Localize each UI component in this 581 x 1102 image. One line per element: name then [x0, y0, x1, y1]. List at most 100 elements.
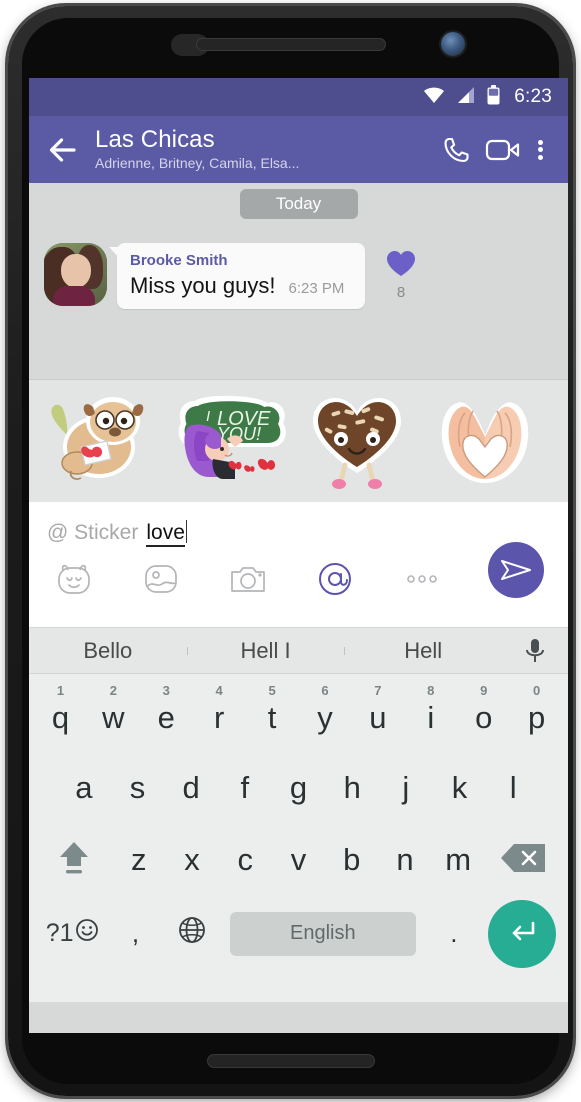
sticker-suggestion-strip[interactable]: I LOVE YOU!	[29, 379, 568, 502]
sticker-i-love-you-chalkboard[interactable]: I LOVE YOU!	[165, 385, 293, 497]
heart-icon	[385, 251, 417, 282]
wifi-icon	[423, 86, 445, 109]
camera-icon[interactable]	[225, 559, 271, 599]
key-d[interactable]: d	[164, 752, 218, 824]
suggestion-1[interactable]: Hell I	[186, 638, 345, 664]
key-l[interactable]: l	[486, 752, 540, 824]
message-bubble[interactable]: Brooke Smith Miss you guys! 6:23 PM	[117, 243, 365, 309]
battery-icon	[487, 84, 500, 110]
key-v[interactable]: v	[272, 824, 325, 896]
enter-key[interactable]	[488, 899, 557, 968]
sticker-hands-heart[interactable]	[421, 385, 549, 497]
key-s[interactable]: s	[111, 752, 165, 824]
video-call-button[interactable]	[480, 127, 526, 173]
backspace-icon	[499, 841, 547, 880]
key-label: u	[369, 699, 387, 735]
message-reaction[interactable]: 8	[381, 249, 421, 301]
symbols-key[interactable]: ?1	[37, 918, 107, 949]
period-key[interactable]: .	[426, 896, 482, 971]
suggestion-2[interactable]: Hell	[344, 638, 502, 664]
chat-participants: Adrienne, Britney, Camila, Elsa...	[95, 155, 300, 171]
key-u[interactable]: 7u	[351, 674, 404, 752]
key-j[interactable]: j	[379, 752, 433, 824]
back-button[interactable]	[39, 125, 89, 175]
key-label: m	[445, 842, 472, 877]
gallery-icon[interactable]	[138, 559, 184, 599]
phone-call-button[interactable]	[434, 127, 480, 173]
key-f[interactable]: f	[218, 752, 272, 824]
cellular-signal-icon	[456, 86, 476, 109]
text-cursor	[185, 520, 188, 543]
key-hint: 8	[427, 683, 435, 698]
key-a[interactable]: a	[57, 752, 111, 824]
space-key[interactable]: English	[229, 911, 416, 956]
microphone-icon[interactable]	[502, 637, 568, 665]
key-p[interactable]: 0p	[510, 674, 563, 752]
emoji-icon	[75, 918, 99, 949]
mention-icon[interactable]	[312, 559, 358, 599]
key-label: g	[289, 770, 308, 805]
key-label: b	[343, 842, 361, 877]
key-t[interactable]: 5t	[246, 674, 299, 752]
page-title: Las Chicas	[95, 126, 215, 153]
key-i[interactable]: 8i	[404, 674, 457, 752]
key-n[interactable]: n	[378, 824, 431, 896]
key-q[interactable]: 1q	[34, 674, 87, 752]
key-label: y	[317, 699, 333, 735]
key-label: q	[51, 699, 70, 735]
key-o[interactable]: 9o	[457, 674, 510, 752]
key-z[interactable]: z	[112, 824, 165, 896]
shift-key[interactable]	[35, 824, 112, 896]
comma-key[interactable]: ,	[107, 896, 163, 971]
key-hint: 9	[480, 683, 488, 698]
input-prefix-label: @ Sticker	[47, 521, 139, 544]
status-bar: 6:23	[29, 78, 568, 116]
message-timestamp: 6:23 PM	[288, 280, 345, 297]
menu-dot	[537, 154, 543, 160]
key-k[interactable]: k	[433, 752, 487, 824]
key-label: d	[182, 770, 200, 805]
date-separator-chip: Today	[239, 189, 358, 219]
key-e[interactable]: 3e	[140, 674, 193, 752]
key-label: k	[451, 770, 468, 805]
chat-toolbar: Las Chicas Adrienne, Britney, Camila, El…	[29, 116, 568, 183]
key-hint: 4	[215, 683, 223, 698]
key-g[interactable]: g	[272, 752, 326, 824]
sticker-icon[interactable]	[51, 559, 97, 599]
conversation-area: Today Brooke Smith Miss you guys! 6:23 P…	[29, 183, 568, 379]
message-input-field[interactable]: @ Sticker love	[29, 502, 568, 547]
keyboard-row-1: 1q 2w 3e 4r 5t 6y 7u 8i 9o 0p	[29, 674, 568, 752]
key-label: n	[396, 842, 414, 877]
bottom-speaker-grille	[206, 1054, 375, 1068]
send-button[interactable]	[488, 542, 544, 598]
sticker-chocolate-heart[interactable]	[293, 385, 421, 497]
keyboard-row-4: ?1 , English .	[29, 896, 568, 971]
key-hint: 7	[374, 683, 382, 698]
more-options-icon[interactable]	[399, 559, 445, 599]
suggestion-0[interactable]: Bello	[29, 638, 187, 664]
key-b[interactable]: b	[325, 824, 378, 896]
message-sender-name: Brooke Smith	[130, 252, 228, 269]
key-h[interactable]: h	[325, 752, 379, 824]
key-m[interactable]: m	[432, 824, 485, 896]
chat-title-block[interactable]: Las Chicas Adrienne, Britney, Camila, El…	[95, 127, 434, 172]
key-r[interactable]: 4r	[193, 674, 246, 752]
key-y[interactable]: 6y	[299, 674, 352, 752]
message-text: Miss you guys!	[130, 273, 276, 298]
message-bubble-wrapper: Brooke Smith Miss you guys! 6:23 PM	[109, 243, 365, 309]
language-key[interactable]	[164, 896, 220, 971]
key-label: c	[237, 842, 254, 877]
search-input[interactable]: love	[146, 521, 185, 547]
key-w[interactable]: 2w	[87, 674, 140, 752]
shift-icon	[54, 835, 94, 885]
key-c[interactable]: c	[219, 824, 272, 896]
overflow-menu-button[interactable]	[526, 127, 554, 173]
key-label: s	[129, 770, 146, 805]
earpiece-speaker	[195, 38, 386, 51]
backspace-key[interactable]	[485, 841, 562, 880]
avatar[interactable]	[44, 243, 107, 306]
globe-icon	[177, 915, 207, 952]
key-x[interactable]: x	[165, 824, 218, 896]
menu-dot	[537, 139, 543, 145]
sticker-pug-with-love-letter[interactable]	[37, 385, 165, 497]
